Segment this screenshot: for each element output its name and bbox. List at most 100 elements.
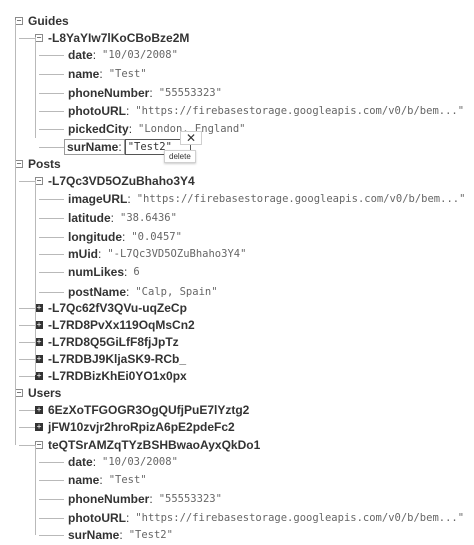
- expand-toggle[interactable]: +: [35, 423, 43, 431]
- field-value[interactable]: "Test2": [129, 529, 173, 541]
- field-key: imageURL: [68, 192, 128, 206]
- field-key: photoURL: [68, 104, 126, 118]
- node-key[interactable]: 6EzXoTFGOGR3OgQUfjPuE7lYztg2: [48, 403, 249, 417]
- field-value[interactable]: "38.6436": [120, 212, 177, 224]
- field-value[interactable]: "https://firebasestorage.googleapis.com/…: [135, 512, 464, 524]
- collapse-toggle[interactable]: −: [15, 389, 23, 397]
- field-colon: :: [98, 247, 102, 261]
- node-row[interactable]: -L7RD8Q5GiLfF8fjJpTz: [48, 333, 179, 351]
- node-row[interactable]: -L7RDBJ9KljaSK9-RCb_: [48, 350, 186, 368]
- field-key: photoURL: [68, 511, 126, 525]
- node-key[interactable]: Posts: [28, 157, 61, 171]
- field-key: surName: [68, 528, 120, 542]
- field-key: date: [68, 455, 93, 469]
- field-key: surName: [67, 140, 119, 154]
- node-key[interactable]: -L7RDBJ9KljaSK9-RCb_: [48, 352, 186, 366]
- expand-toggle[interactable]: +: [35, 321, 43, 329]
- field-row: mUid: "-L7Qc3VD5OZuBhaho3Y4": [68, 245, 246, 263]
- node-row[interactable]: -L8YaYIw7lKoCBoBze2M: [48, 29, 189, 47]
- tree-connector: [19, 359, 35, 360]
- field-colon: :: [125, 511, 130, 525]
- node-row[interactable]: -L7Qc3VD5OZuBhaho3Y4: [48, 172, 195, 190]
- field-row: date: "10/03/2008": [68, 453, 178, 471]
- field-value[interactable]: "0.0457": [131, 231, 182, 243]
- tree-guide: [15, 20, 16, 163]
- field-row: name: "Test": [68, 471, 147, 489]
- expand-toggle[interactable]: +: [35, 338, 43, 346]
- tree-guide: [15, 392, 16, 445]
- field-value[interactable]: "Test": [109, 68, 147, 80]
- node-row[interactable]: 6EzXoTFGOGR3OgQUfjPuE7lYztg2: [48, 401, 249, 419]
- field-row: longitude: "0.0457": [68, 228, 182, 246]
- field-value[interactable]: "10/03/2008": [102, 456, 178, 468]
- node-key[interactable]: -L7Qc3VD5OZuBhaho3Y4: [48, 174, 195, 188]
- field-key: pickedCity: [68, 122, 129, 136]
- field-value[interactable]: "55553323": [159, 493, 222, 505]
- field-colon: :: [149, 86, 153, 100]
- tree-connector: [19, 427, 35, 428]
- field-key: longitude: [68, 230, 122, 244]
- node-row[interactable]: -L7Qc62fV3QVu-uqZeCp: [48, 299, 187, 317]
- tree-connector: [39, 55, 64, 56]
- tree-connector: [19, 410, 35, 411]
- tree-connector: [39, 74, 64, 75]
- expand-toggle[interactable]: +: [35, 406, 43, 414]
- field-row: numLikes:6: [68, 263, 140, 281]
- node-row[interactable]: jFW10zvjr2hroRpizA6pE2pdeFc2: [48, 418, 235, 436]
- field-value[interactable]: "https://firebasestorage.googleapis.com/…: [137, 193, 466, 205]
- collapse-toggle[interactable]: −: [35, 177, 43, 185]
- expand-toggle[interactable]: +: [35, 372, 43, 380]
- tree-connector: [39, 93, 64, 94]
- field-value[interactable]: "Calp, Spain": [135, 286, 217, 298]
- field-row: surName: "Test2": [68, 526, 173, 544]
- field-row: photoURL: "https://firebasestorage.google…: [68, 102, 464, 120]
- field-row: pickedCity: "London, England": [68, 120, 246, 138]
- field-value[interactable]: "55553323": [159, 87, 222, 99]
- field-colon: :: [128, 122, 133, 136]
- collapse-toggle[interactable]: −: [35, 34, 43, 42]
- node-key[interactable]: Users: [28, 386, 61, 400]
- node-row[interactable]: Users: [28, 384, 61, 402]
- tree-connector: [19, 342, 35, 343]
- node-key[interactable]: -L8YaYIw7lKoCBoBze2M: [48, 31, 189, 45]
- field-value[interactable]: 6: [133, 266, 139, 278]
- collapse-toggle[interactable]: −: [15, 160, 23, 168]
- node-row[interactable]: teQTSrAMZqTYzBSHBwaoAyxQkDo1: [48, 436, 260, 454]
- field-value[interactable]: "https://firebasestorage.googleapis.com/…: [135, 105, 464, 117]
- field-value[interactable]: "-L7Qc3VD5OZuBhaho3Y4": [107, 248, 246, 260]
- field-value[interactable]: "10/03/2008": [102, 49, 178, 61]
- node-key[interactable]: teQTSrAMZqTYzBSHBwaoAyxQkDo1: [48, 438, 260, 452]
- collapse-toggle[interactable]: −: [35, 441, 43, 449]
- tree-guide: [35, 180, 36, 375]
- node-key[interactable]: -L7RDBizKhEi0YO1x0px: [48, 369, 187, 383]
- field-key: name: [68, 67, 100, 81]
- tree-connector: [39, 292, 64, 293]
- node-key[interactable]: -L7RD8Q5GiLfF8fjJpTz: [48, 335, 179, 349]
- delete-button[interactable]: ✕: [180, 131, 202, 145]
- node-key[interactable]: -L7Qc62fV3QVu-uqZeCp: [48, 301, 187, 315]
- field-colon: :: [127, 192, 131, 206]
- tree-guide: [35, 37, 36, 138]
- node-row[interactable]: Guides: [28, 12, 69, 30]
- field-colon: :: [92, 455, 97, 469]
- tree-connector: [39, 499, 64, 500]
- tree-connector: [39, 272, 64, 273]
- node-key[interactable]: -L7RD8PvXx119OqMsCn2: [48, 318, 195, 332]
- node-key[interactable]: Guides: [28, 14, 69, 28]
- field-colon: :: [118, 140, 122, 154]
- field-row: date: "10/03/2008": [68, 46, 178, 64]
- tree-connector: [39, 462, 64, 463]
- tree-guide: [35, 445, 36, 535]
- node-row[interactable]: Posts: [28, 155, 61, 173]
- tree-connector: [39, 518, 64, 519]
- tree-connector: [19, 38, 35, 39]
- collapse-toggle[interactable]: −: [15, 17, 23, 25]
- node-key[interactable]: jFW10zvjr2hroRpizA6pE2pdeFc2: [48, 420, 235, 434]
- node-row[interactable]: -L7RD8PvXx119OqMsCn2: [48, 316, 195, 334]
- expand-toggle[interactable]: +: [35, 304, 43, 312]
- field-row: phoneNumber: "55553323": [68, 84, 222, 102]
- field-key: latitude: [68, 211, 111, 225]
- field-value[interactable]: "Test": [109, 474, 147, 486]
- node-row[interactable]: -L7RDBizKhEi0YO1x0px: [48, 367, 187, 385]
- expand-toggle[interactable]: +: [35, 355, 43, 363]
